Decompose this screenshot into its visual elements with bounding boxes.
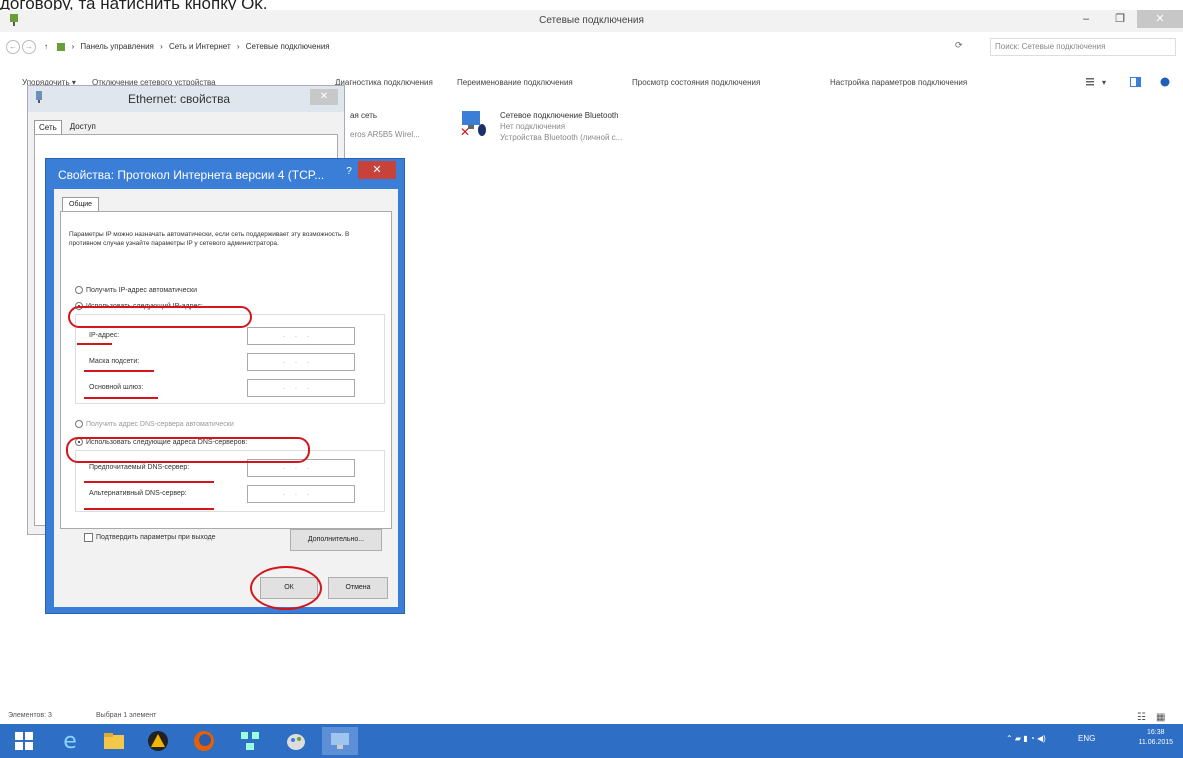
clock-date: 11.06.2015 (1138, 739, 1173, 746)
start-icon[interactable] (6, 727, 42, 755)
dialog-titlebar: Свойства: Протокол Интернета версии 4 (T… (46, 159, 404, 187)
tray-icons[interactable]: ⌃ ▰ ▮ ◔ ◀) (1006, 734, 1046, 743)
svg-text:✕: ✕ (460, 125, 470, 137)
back-button[interactable]: ← (6, 40, 20, 54)
dns-alternate-label: Альтернативный DNS-сервер: (89, 490, 187, 497)
clock[interactable]: 16:38 11.06.2015 (1138, 728, 1173, 748)
list-item[interactable]: ая сеть eros AR5B5 Wirel... (350, 110, 420, 140)
address-input[interactable]: ↑ › Панель управления › Сеть и Интернет … (44, 38, 959, 56)
breadcrumb-separator: › (160, 42, 163, 51)
radio-button[interactable] (75, 286, 83, 294)
radio-ip-auto[interactable]: Получить IP-адрес автоматически (75, 286, 197, 294)
ip-address-field[interactable]: ... (247, 327, 355, 345)
bluetooth-network-icon: ✕ (460, 111, 486, 137)
radio-dns-auto[interactable]: Получить адрес DNS-сервера автоматически (75, 420, 234, 428)
cmd-diagnose[interactable]: Диагностика подключения (335, 78, 433, 87)
network-connections-task-icon[interactable] (322, 727, 358, 755)
radio-label: Получить адрес DNS-сервера автоматически (86, 420, 234, 428)
checkbox[interactable] (84, 533, 93, 542)
network-adapter-icon (36, 91, 42, 103)
dialog-title: Свойства: Протокол Интернета версии 4 (T… (58, 168, 325, 182)
window-titlebar: Сетевые подключения – ❐ ✕ (0, 10, 1183, 32)
dialog-titlebar: Ethernet: свойства ✕ (28, 86, 344, 112)
dns-alternate-field[interactable]: ... (247, 485, 355, 503)
underline-gateway (84, 397, 158, 399)
connection-status: Нет подключения (500, 122, 566, 131)
large-icons-view-icon[interactable]: ▦ (1156, 712, 1165, 723)
details-view-icon[interactable]: ☷ (1137, 712, 1146, 723)
close-button[interactable]: ✕ (358, 161, 396, 179)
control-panel-icon (57, 42, 66, 51)
tab-network[interactable]: Сеть (34, 120, 62, 134)
minimize-button[interactable]: – (1069, 10, 1103, 28)
connection-name: ая сеть (350, 111, 378, 120)
gateway-field[interactable]: ... (247, 379, 355, 397)
connection-device: eros AR5B5 Wirel... (350, 130, 420, 139)
gateway-label: Основной шлюз: (89, 384, 144, 391)
breadcrumb-separator: › (236, 42, 240, 51)
preview-pane-icon[interactable] (1130, 77, 1142, 87)
validate-settings-checkbox[interactable]: Подтвердить параметры при выходе (84, 533, 216, 542)
window-title: Сетевые подключения (539, 15, 644, 26)
app-triangle-icon[interactable] (140, 727, 176, 755)
dialog-tabs: Сеть Доступ (34, 120, 100, 134)
help-icon[interactable] (1160, 77, 1172, 87)
subnet-mask-label: Маска подсети: (89, 358, 140, 365)
cancel-button[interactable]: Отмена (328, 577, 388, 599)
checkbox-label: Подтвердить параметры при выходе (96, 534, 216, 541)
network-tool-icon[interactable] (232, 727, 268, 755)
dialog-title: Ethernet: свойства (128, 92, 231, 106)
underline-ip-address (77, 343, 112, 345)
file-explorer-icon[interactable] (96, 727, 132, 755)
close-button[interactable]: ✕ (1137, 10, 1183, 28)
taskbar: e ⌃ ▰ ▮ ◔ ◀) ENG 16:38 11.06.2015 (0, 724, 1183, 758)
breadcrumb-network-internet[interactable]: Сеть и Интернет (169, 42, 231, 51)
tab-general[interactable]: Общие (62, 197, 100, 211)
search-input[interactable]: Поиск: Сетевые подключения (990, 38, 1176, 56)
view-options-icon[interactable] (1086, 77, 1098, 87)
maximize-button[interactable]: ❐ (1103, 10, 1137, 28)
cmd-rename[interactable]: Переименование подключения (457, 78, 573, 87)
highlight-dns-manual (66, 437, 310, 463)
cmd-view-status[interactable]: Просмотр состояния подключения (632, 78, 760, 87)
ipv4-properties-dialog: Свойства: Протокол Интернета версии 4 (T… (45, 158, 405, 614)
status-bar: Элементов: 3 Выбран 1 элемент ☷ ▦ (0, 706, 1183, 724)
breadcrumb-network-connections[interactable]: Сетевые подключения (246, 42, 330, 51)
clock-time: 16:38 (1146, 729, 1165, 736)
dns-preferred-label: Предпочитаемый DNS-сервер: (89, 464, 190, 471)
ip-address-label: IP-адрес: (89, 332, 120, 339)
breadcrumb-separator: › (71, 42, 75, 51)
up-button[interactable]: ↑ (44, 42, 48, 51)
highlight-ok-button (250, 566, 322, 610)
list-item[interactable]: Сетевое подключение Bluetooth Нет подклю… (500, 110, 622, 143)
tab-sharing[interactable]: Доступ (66, 120, 100, 134)
address-bar-row: ← → ↑ › Панель управления › Сеть и Интер… (0, 34, 1183, 60)
forward-button[interactable]: → (22, 40, 36, 54)
radio-button[interactable] (75, 420, 83, 428)
paint-icon[interactable] (278, 727, 314, 755)
refresh-icon[interactable]: ⟳ (955, 40, 963, 51)
highlight-ip-manual (68, 306, 252, 328)
underline-dns-preferred (84, 481, 214, 483)
help-button[interactable]: ? (340, 164, 358, 180)
cmd-change-settings[interactable]: Настройка параметров подключения (830, 78, 967, 87)
language-indicator[interactable]: ENG (1078, 734, 1095, 743)
breadcrumb: › Панель управления › Сеть и Интернет › … (71, 42, 333, 51)
close-button[interactable]: ✕ (310, 89, 338, 105)
firefox-icon[interactable] (186, 727, 222, 755)
internet-explorer-icon[interactable]: e (52, 727, 88, 755)
underline-dns-alternate (84, 508, 214, 510)
underline-subnet-mask (84, 370, 154, 372)
ip-description: Параметры IP можно назначать автоматичес… (69, 231, 350, 247)
radio-label: Получить IP-адрес автоматически (86, 286, 198, 294)
subnet-mask-field[interactable]: ... (247, 353, 355, 371)
view-dropdown-icon[interactable]: ▾ (1102, 78, 1106, 87)
selected-count: Выбран 1 элемент (96, 712, 157, 719)
connection-name: Сетевое подключение Bluetooth (500, 111, 619, 120)
breadcrumb-control-panel[interactable]: Панель управления (80, 42, 154, 51)
items-count: Элементов: 3 (8, 712, 52, 719)
connection-device: Устройства Bluetooth (личной с... (500, 133, 623, 142)
advanced-button[interactable]: Дополнительно... (290, 529, 382, 551)
